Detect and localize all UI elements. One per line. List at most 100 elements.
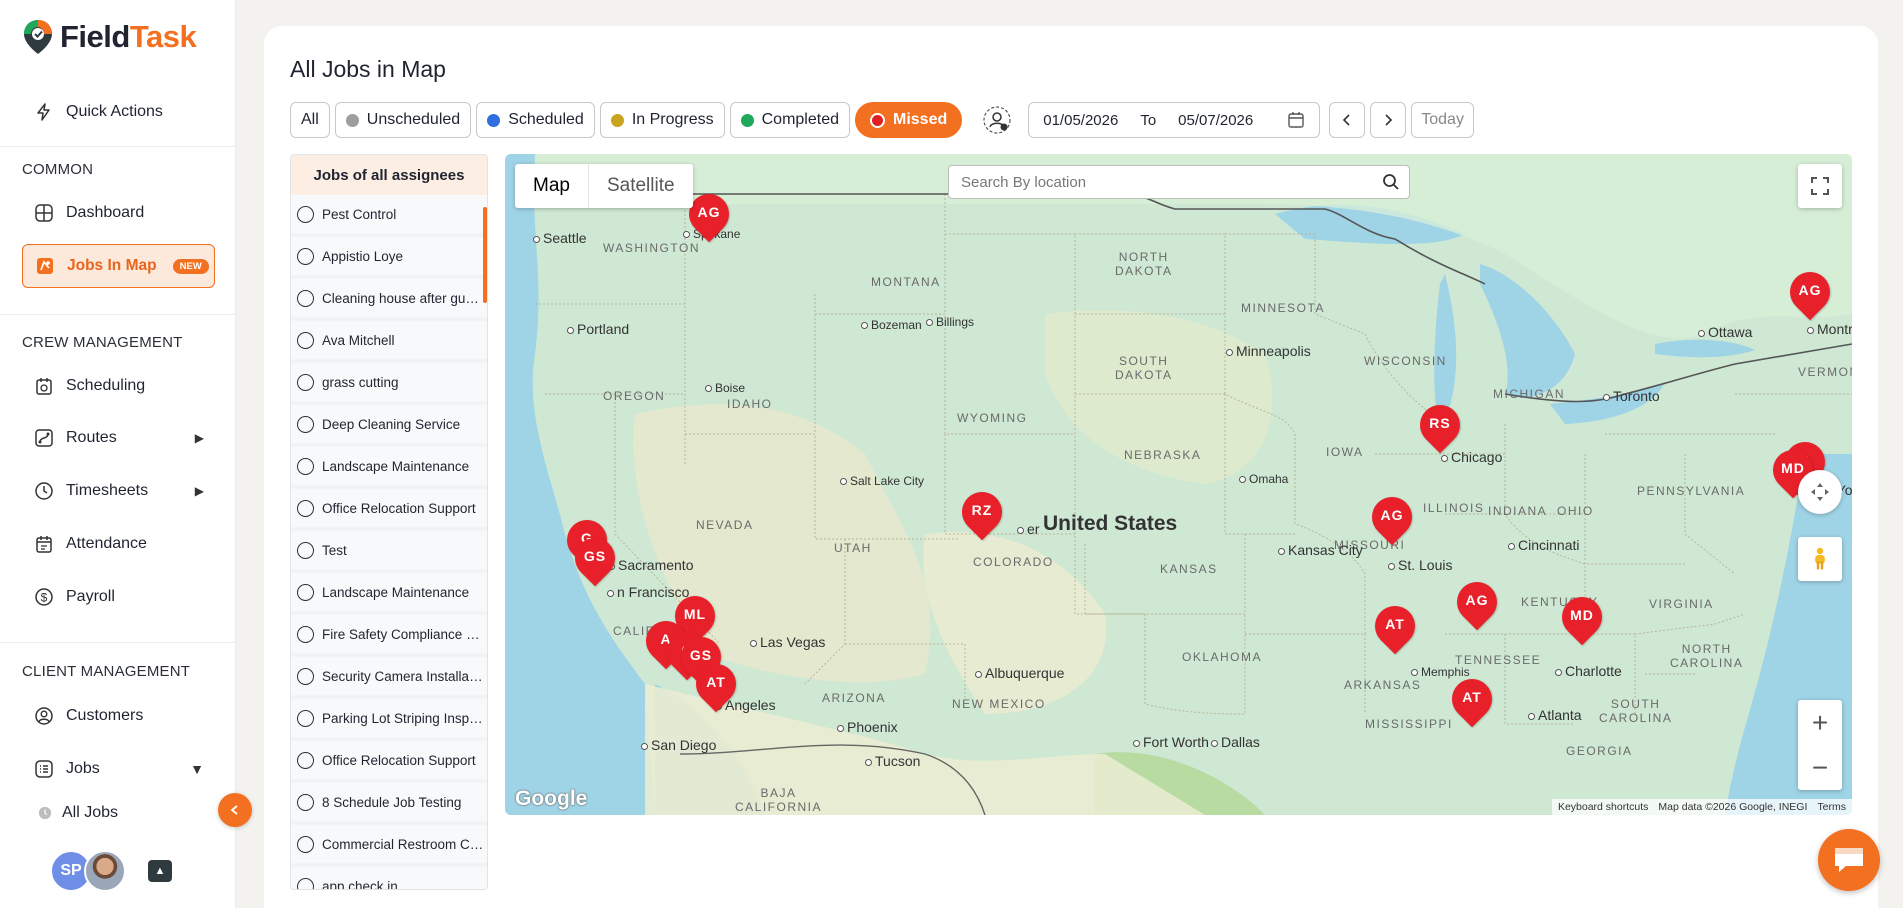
list-item[interactable]: Fire Safety Compliance Check [291, 615, 487, 657]
map-type-map[interactable]: Map [515, 164, 589, 208]
radio-button[interactable] [297, 667, 314, 685]
list-item[interactable]: Deep Cleaning Service [291, 405, 487, 447]
date-to: 05/07/2026 [1178, 111, 1254, 129]
keyboard-shortcuts-link[interactable]: Keyboard shortcuts [1558, 801, 1648, 813]
map-pin[interactable]: AG [1363, 488, 1421, 547]
user-icon [35, 707, 53, 725]
list-item[interactable]: app check in [291, 867, 487, 889]
job-list-header: Jobs of all assignees [291, 155, 487, 195]
radio-button[interactable] [297, 793, 314, 811]
radio-button[interactable] [297, 625, 314, 643]
radio-button[interactable] [297, 247, 314, 265]
sidebar-item-dashboard[interactable]: Dashboard [22, 193, 222, 233]
sidebar-item-attendance[interactable]: Attendance [22, 524, 222, 564]
map-pin[interactable]: AG [680, 185, 738, 244]
map-pin[interactable]: RS [1411, 396, 1469, 455]
sidebar-item-timesheets[interactable]: Timesheets ▶ [22, 471, 222, 511]
avatar-photo[interactable] [84, 850, 126, 892]
terms-link[interactable]: Terms [1817, 801, 1846, 813]
list-item[interactable]: Security Camera Installation [291, 657, 487, 699]
radio-button[interactable] [297, 289, 314, 307]
list-item[interactable]: Office Relocation Support [291, 489, 487, 531]
map-label-state: BAJA CALIFORNIA [735, 786, 823, 814]
dashboard-icon [35, 204, 53, 222]
map-pin[interactable]: GS [566, 529, 624, 588]
sidebar-item-label: Scheduling [66, 377, 146, 394]
sidebar-item-quick-actions[interactable]: Quick Actions [22, 92, 222, 132]
job-title: Landscape Maintenance [322, 458, 470, 474]
filter-missed[interactable]: Missed [855, 102, 963, 138]
map-type-satellite[interactable]: Satellite [589, 164, 693, 208]
chat-button[interactable] [1818, 829, 1880, 891]
sidebar-item-customers[interactable]: Customers [22, 696, 222, 736]
collapse-sidebar-button[interactable] [218, 793, 252, 827]
date-range-picker[interactable]: 01/05/2026 To 05/07/2026 [1028, 102, 1321, 138]
map-pin[interactable]: AG [1781, 263, 1839, 322]
map-label-state: WISCONSIN [1364, 354, 1447, 368]
radio-button[interactable] [297, 499, 314, 517]
today-button[interactable]: Today [1411, 102, 1474, 138]
section-title-crew: CREW MANAGEMENT [22, 334, 183, 351]
map-pin[interactable]: MD [1553, 588, 1611, 647]
list-item[interactable]: grass cutting [291, 363, 487, 405]
fieldtask-logo[interactable]: FieldTask [22, 18, 197, 56]
zoom-in-button[interactable]: + [1812, 707, 1828, 739]
list-item[interactable]: Cleaning house after guests [291, 279, 487, 321]
fullscreen-button[interactable] [1798, 164, 1842, 208]
radio-button[interactable] [297, 205, 314, 223]
chevron-right-icon: ▶ [194, 484, 204, 498]
radio-button[interactable] [297, 709, 314, 727]
radio-button[interactable] [297, 751, 314, 769]
next-range-button[interactable] [1370, 102, 1407, 138]
assignee-filter-button[interactable] [979, 102, 1015, 138]
camera-control-button[interactable] [1798, 470, 1842, 514]
list-item[interactable]: Ava Mitchell [291, 321, 487, 363]
map-view[interactable]: WASHINGTON OREGON IDAHO MONTANA WYOMING … [505, 154, 1852, 815]
zoom-out-button[interactable]: − [1812, 752, 1828, 784]
radio-button[interactable] [297, 331, 314, 349]
street-view-button[interactable] [1798, 537, 1842, 581]
radio-button[interactable] [297, 541, 314, 559]
list-item[interactable]: Pest Control [291, 195, 487, 237]
filter-label: All [301, 111, 319, 128]
map-label-state: OREGON [603, 389, 666, 403]
sidebar-item-payroll[interactable]: $ Payroll [22, 577, 222, 617]
sidebar-item-jobs-in-map[interactable]: Jobs In Map NEW [22, 244, 215, 288]
radio-button[interactable] [297, 373, 314, 391]
list-item[interactable]: Office Relocation Support [291, 741, 487, 783]
filter-scheduled[interactable]: Scheduled [476, 102, 595, 138]
list-item[interactable]: Landscape Maintenance [291, 573, 487, 615]
filter-all[interactable]: All [290, 102, 330, 138]
sidebar-item-routes[interactable]: Routes ▶ [22, 418, 222, 458]
list-item[interactable]: Parking Lot Striping Inspection [291, 699, 487, 741]
list-item[interactable]: Appistio Loye [291, 237, 487, 279]
list-item[interactable]: 8 Schedule Job Testing [291, 783, 487, 825]
map-pin[interactable]: AT [687, 655, 745, 714]
search-icon[interactable] [1381, 172, 1401, 192]
sidebar-item-jobs[interactable]: Jobs ▼ [22, 749, 222, 789]
chevron-up-icon[interactable]: ▲ [148, 860, 172, 882]
radio-button[interactable] [297, 583, 314, 601]
map-pin[interactable]: AT [1366, 597, 1424, 656]
scrollbar[interactable] [483, 207, 487, 303]
status-dot [487, 113, 501, 127]
filter-in-progress[interactable]: In Progress [599, 102, 725, 138]
list-item[interactable]: Test [291, 531, 487, 573]
list-item[interactable]: Landscape Maintenance [291, 447, 487, 489]
filter-completed[interactable]: Completed [729, 102, 850, 138]
dollar-icon: $ [35, 588, 53, 606]
radio-button[interactable] [297, 415, 314, 433]
map-pin[interactable]: AG [1448, 573, 1506, 632]
prev-range-button[interactable] [1329, 102, 1366, 138]
filter-unscheduled[interactable]: Unscheduled [334, 102, 472, 138]
map-label-city: Charlotte [1555, 663, 1622, 679]
radio-button[interactable] [297, 457, 314, 475]
sidebar-subitem-all-jobs[interactable]: All Jobs [38, 804, 118, 822]
radio-button[interactable] [297, 835, 314, 853]
map-pin[interactable]: AT [1443, 670, 1501, 729]
map-pin[interactable]: RZ [953, 483, 1011, 542]
sidebar-item-scheduling[interactable]: Scheduling [22, 366, 222, 406]
map-search-input[interactable]: Search By location [948, 165, 1410, 199]
radio-button[interactable] [297, 877, 314, 889]
list-item[interactable]: Commercial Restroom Cleaning [291, 825, 487, 867]
